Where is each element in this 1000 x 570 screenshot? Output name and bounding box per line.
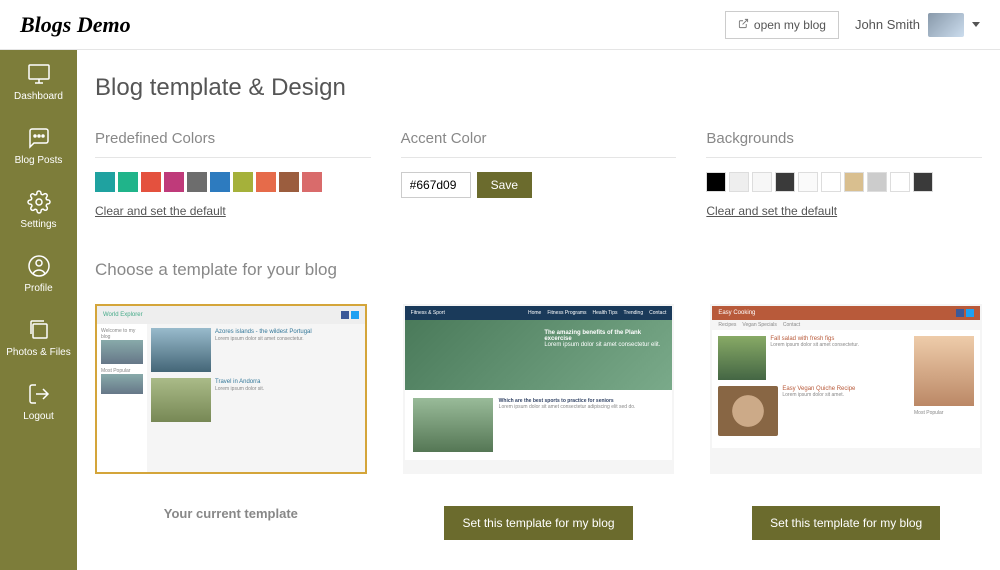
color-swatch-5[interactable] (210, 172, 230, 192)
external-link-icon (738, 18, 749, 32)
sidebar-item-label: Logout (23, 411, 54, 422)
user-menu[interactable]: John Smith (855, 13, 980, 37)
color-swatch-0[interactable] (95, 172, 115, 192)
color-swatch-8[interactable] (279, 172, 299, 192)
accent-color-input[interactable] (401, 172, 471, 198)
backgrounds-heading: Backgrounds (706, 130, 982, 147)
color-swatch-4[interactable] (187, 172, 207, 192)
sidebar-item-label: Settings (20, 219, 56, 230)
current-template-label: Your current template (164, 506, 298, 521)
sidebar: Dashboard Blog Posts Settings Profile Ph… (0, 50, 77, 570)
user-name: John Smith (855, 17, 920, 32)
color-swatch-6[interactable] (233, 172, 253, 192)
gear-icon (27, 190, 51, 214)
background-swatch-0[interactable] (706, 172, 726, 192)
background-swatch-5[interactable] (821, 172, 841, 192)
template-option-easy-cooking: Easy Cooking RecipesVegan SpecialsContac… (710, 304, 982, 540)
color-swatch-2[interactable] (141, 172, 161, 192)
logo: Blogs Demo (20, 12, 131, 38)
predefined-heading: Predefined Colors (95, 130, 371, 147)
stack-icon (27, 318, 51, 342)
template-option-fitness-sport: Fitness & SportHomeFitness ProgramsHealt… (403, 304, 675, 540)
background-swatch-9[interactable] (913, 172, 933, 192)
accent-color-section: Accent Color Save (401, 130, 677, 220)
background-swatch-6[interactable] (844, 172, 864, 192)
sidebar-item-label: Dashboard (14, 91, 63, 102)
background-swatch-8[interactable] (890, 172, 910, 192)
chevron-down-icon (972, 22, 980, 27)
background-swatch-1[interactable] (729, 172, 749, 192)
sidebar-item-logout[interactable]: Logout (0, 370, 77, 434)
sidebar-item-settings[interactable]: Settings (0, 178, 77, 242)
divider (401, 157, 677, 158)
accent-heading: Accent Color (401, 130, 677, 147)
save-accent-button[interactable]: Save (477, 172, 532, 198)
color-swatch-1[interactable] (118, 172, 138, 192)
background-swatch-4[interactable] (798, 172, 818, 192)
template-option-world-explorer: World Explorer Welcome to my blogMost Po… (95, 304, 367, 540)
background-swatch-3[interactable] (775, 172, 795, 192)
sidebar-item-dashboard[interactable]: Dashboard (0, 50, 77, 114)
user-icon (27, 254, 51, 278)
color-swatch-7[interactable] (256, 172, 276, 192)
monitor-icon (27, 62, 51, 86)
page-title: Blog template & Design (95, 74, 982, 102)
predefined-swatches (95, 172, 371, 192)
predefined-colors-section: Predefined Colors Clear and set the defa… (95, 130, 371, 220)
background-swatches (706, 172, 982, 192)
background-swatch-7[interactable] (867, 172, 887, 192)
open-my-blog-button[interactable]: open my blog (725, 11, 839, 39)
chat-icon (27, 126, 51, 150)
backgrounds-section: Backgrounds Clear and set the default (706, 130, 982, 220)
sidebar-item-blog-posts[interactable]: Blog Posts (0, 114, 77, 178)
background-swatch-2[interactable] (752, 172, 772, 192)
divider (95, 157, 371, 158)
open-blog-label: open my blog (754, 18, 826, 32)
sidebar-item-label: Profile (24, 283, 52, 294)
template-thumbnail[interactable]: Easy Cooking RecipesVegan SpecialsContac… (710, 304, 982, 474)
sidebar-item-label: Blog Posts (15, 155, 63, 166)
topbar-right: open my blog John Smith (725, 11, 980, 39)
templates-heading: Choose a template for your blog (95, 260, 982, 280)
main-content: Blog template & Design Predefined Colors… (77, 50, 1000, 570)
color-swatch-9[interactable] (302, 172, 322, 192)
exit-icon (27, 382, 51, 406)
sidebar-item-photos-files[interactable]: Photos & Files (0, 306, 77, 370)
set-template-button[interactable]: Set this template for my blog (444, 506, 632, 540)
template-thumbnail[interactable]: Fitness & SportHomeFitness ProgramsHealt… (403, 304, 675, 474)
set-template-button[interactable]: Set this template for my blog (752, 506, 940, 540)
sidebar-item-profile[interactable]: Profile (0, 242, 77, 306)
color-swatch-3[interactable] (164, 172, 184, 192)
top-bar: Blogs Demo open my blog John Smith (0, 0, 1000, 50)
clear-backgrounds-link[interactable]: Clear and set the default (706, 204, 837, 218)
divider (706, 157, 982, 158)
sidebar-item-label: Photos & Files (6, 347, 70, 358)
template-thumbnail[interactable]: World Explorer Welcome to my blogMost Po… (95, 304, 367, 474)
clear-predefined-link[interactable]: Clear and set the default (95, 204, 226, 218)
avatar (928, 13, 964, 37)
